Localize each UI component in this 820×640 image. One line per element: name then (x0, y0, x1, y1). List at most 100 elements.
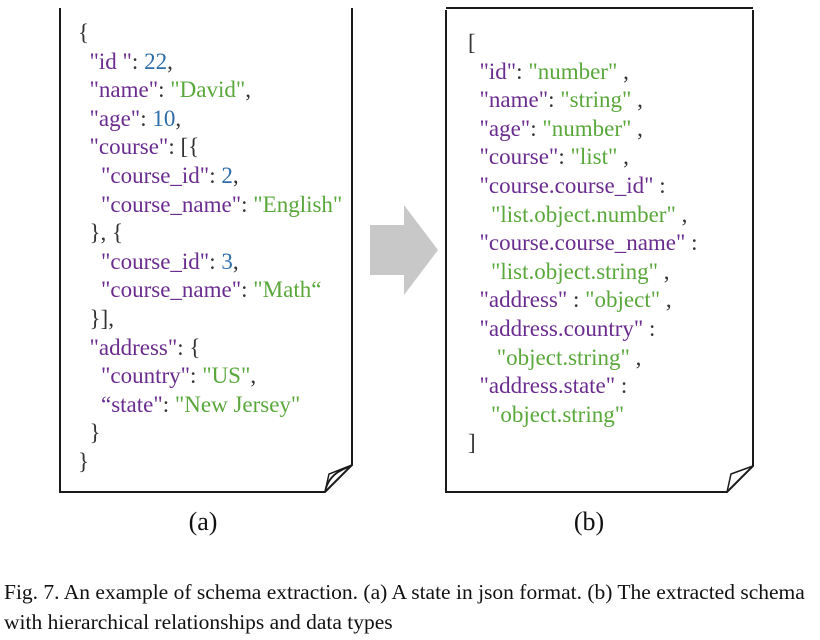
code-line: "id": "number" , (468, 58, 698, 87)
code-line: "course": "list" , (468, 143, 698, 172)
code-token: , (245, 77, 251, 103)
code-token: : (567, 287, 586, 313)
code-token: : (131, 48, 145, 74)
code-line: "country": "US", (78, 362, 342, 391)
code-token: }], (78, 305, 114, 331)
code-token: "age" (89, 105, 141, 131)
code-token: "list" (570, 144, 618, 170)
json-state-code: { "id ": 22, "name": "David", "age": 10,… (78, 19, 342, 477)
code-line: "age": "number" , (468, 115, 698, 144)
code-line: "list.object.number" , (468, 201, 698, 230)
code-line: } (78, 448, 342, 477)
code-token: "age" (479, 115, 531, 141)
code-token: , (617, 58, 629, 84)
code-token: : (241, 191, 254, 217)
code-token: "object.string" (496, 344, 630, 370)
code-token: 22 (144, 48, 168, 74)
code-token: , (175, 105, 182, 131)
code-token: "course" (479, 144, 559, 170)
code-token: "country" (101, 363, 191, 389)
code-token: "course" (89, 134, 169, 160)
code-token: "number" (528, 58, 618, 84)
code-token: } (78, 448, 90, 474)
code-token: : (530, 115, 543, 141)
right-arrow-icon (370, 205, 438, 295)
code-token: : (241, 277, 254, 303)
code-line: "address.state" : (468, 372, 698, 401)
code-line: "object.string" , (468, 344, 698, 373)
code-line: "course_id": 3, (78, 248, 342, 277)
code-line: "course_name": "Math“ (78, 276, 342, 305)
code-token: "object" (585, 287, 661, 313)
code-token: , (675, 201, 688, 227)
code-token: "id" (479, 58, 517, 84)
code-token: "list.object.number" (491, 201, 676, 227)
code-token: : (685, 230, 698, 256)
code-token: "course_name" (101, 191, 242, 217)
figure-caption: Fig. 7. An example of schema extraction.… (4, 580, 805, 634)
code-token: 10 (152, 105, 176, 131)
code-line: "course_id": 2, (78, 162, 342, 191)
code-line: "object.string" (468, 401, 698, 430)
code-token: "name" (479, 87, 549, 113)
code-line: "course": [{ (78, 133, 342, 162)
code-token: "course.course_name" (479, 230, 686, 256)
code-token: "David" (170, 77, 246, 103)
code-token: , (631, 115, 643, 141)
code-token: , (232, 248, 239, 274)
code-line: }], (78, 305, 342, 334)
code-token: "New Jersey" (174, 391, 301, 417)
code-token: "address.state" (479, 373, 616, 399)
code-line: "name": "string" , (468, 86, 698, 115)
code-line: { (78, 19, 342, 48)
code-token: "name" (89, 77, 159, 103)
code-token: "course_id" (101, 248, 210, 274)
code-token: : [{ (168, 134, 200, 160)
code-line: "address": { (78, 334, 342, 363)
code-line: "id ": 22, (78, 48, 342, 77)
code-line: ] (468, 429, 698, 458)
code-token: ] (468, 430, 476, 456)
code-token: , (167, 48, 173, 74)
code-line: "address" : "object" , (468, 286, 698, 315)
code-token: "number" (542, 115, 632, 141)
code-token: "course_name" (101, 277, 242, 303)
code-token: "course_id" (101, 162, 210, 188)
code-token: : (190, 363, 203, 389)
code-token: : (548, 87, 561, 113)
code-line: "address.country" : (468, 315, 698, 344)
code-line: [ (468, 29, 698, 58)
code-token: : { (177, 334, 201, 360)
code-token: , (631, 87, 643, 113)
code-line: } (78, 419, 342, 448)
code-token: : (158, 77, 171, 103)
code-line: "name": "David", (78, 76, 342, 105)
code-line: "course.course_id" : (468, 172, 698, 201)
subfigure-label-b: (b) (573, 507, 605, 536)
code-token: “state" (101, 391, 163, 417)
code-token: } (78, 420, 101, 446)
code-token: "US" (202, 363, 251, 389)
code-line: "course_name": "English" (78, 191, 342, 220)
code-token: }, { (78, 220, 124, 246)
code-token: , (250, 363, 257, 389)
code-token: "English" (253, 191, 343, 217)
